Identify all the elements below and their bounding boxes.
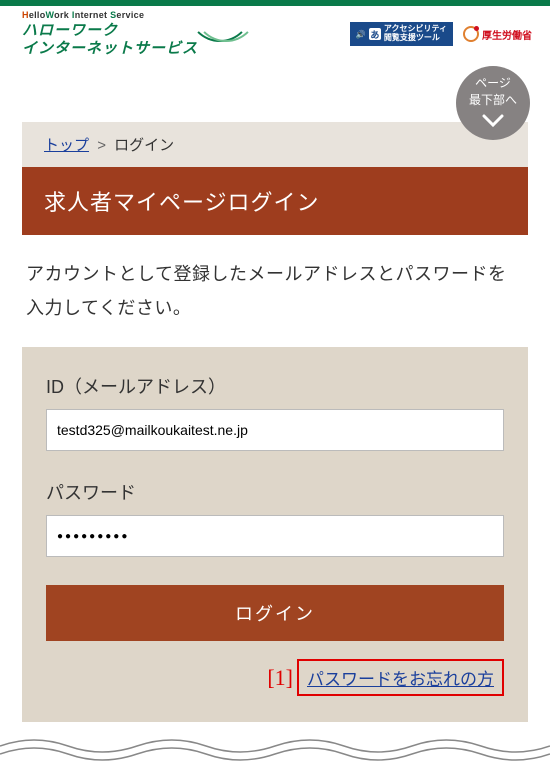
logo-japanese-line1: ハローワーク xyxy=(22,22,198,40)
scroll-badge-line1: ページ xyxy=(475,74,511,91)
chevron-down-icon xyxy=(482,110,504,132)
login-form: ID（メールアドレス） パスワード ログイン [1] パスワードをお忘れの方 xyxy=(22,347,528,722)
logo-swoosh-icon xyxy=(188,18,258,50)
accessibility-label-2: 閲覧支援ツール xyxy=(384,34,447,43)
scroll-badge-line2: 最下部へ xyxy=(469,91,517,108)
speaker-icon: 🔊 xyxy=(356,30,366,39)
site-header: HelloWork Internet Service ハローワーク インターネッ… xyxy=(0,6,550,66)
header-right: 🔊 あ アクセシビリティ 閲覧支援ツール 厚生労働省 xyxy=(350,22,532,46)
accessibility-tool-badge[interactable]: 🔊 あ アクセシビリティ 閲覧支援ツール xyxy=(350,22,453,46)
logo-japanese-line2: インターネットサービス xyxy=(22,40,198,58)
password-input[interactable] xyxy=(46,515,504,557)
id-input[interactable] xyxy=(46,409,504,451)
letter-icon: あ xyxy=(369,28,381,40)
forgot-row: [1] パスワードをお忘れの方 xyxy=(46,659,504,696)
mhlw-badge[interactable]: 厚生労働省 xyxy=(463,26,532,42)
page-title: 求人者マイページログイン xyxy=(22,167,528,235)
mhlw-ring-icon xyxy=(463,26,479,42)
breadcrumb-separator: > xyxy=(97,137,106,154)
site-logo[interactable]: HelloWork Internet Service ハローワーク インターネッ… xyxy=(22,10,198,58)
forgot-password-link[interactable]: パスワードをお忘れの方 xyxy=(307,670,494,689)
login-button[interactable]: ログイン xyxy=(46,585,504,641)
breadcrumb-current: ログイン xyxy=(114,137,174,154)
page-cut-wave-icon xyxy=(0,732,550,772)
mhlw-label: 厚生労働省 xyxy=(482,27,532,42)
logo-english: HelloWork Internet Service xyxy=(22,10,198,20)
id-label: ID（メールアドレス） xyxy=(46,373,504,399)
password-label: パスワード xyxy=(46,479,504,505)
annotation-highlight-box: パスワードをお忘れの方 xyxy=(297,659,504,696)
scroll-to-bottom-button[interactable]: ページ 最下部へ xyxy=(456,66,530,140)
annotation-marker: [1] xyxy=(267,665,293,691)
breadcrumb-home-link[interactable]: トップ xyxy=(44,137,89,154)
intro-text: アカウントとして登録したメールアドレスとパスワードを入力してください。 xyxy=(0,235,550,347)
breadcrumb: トップ > ログイン xyxy=(22,122,528,167)
